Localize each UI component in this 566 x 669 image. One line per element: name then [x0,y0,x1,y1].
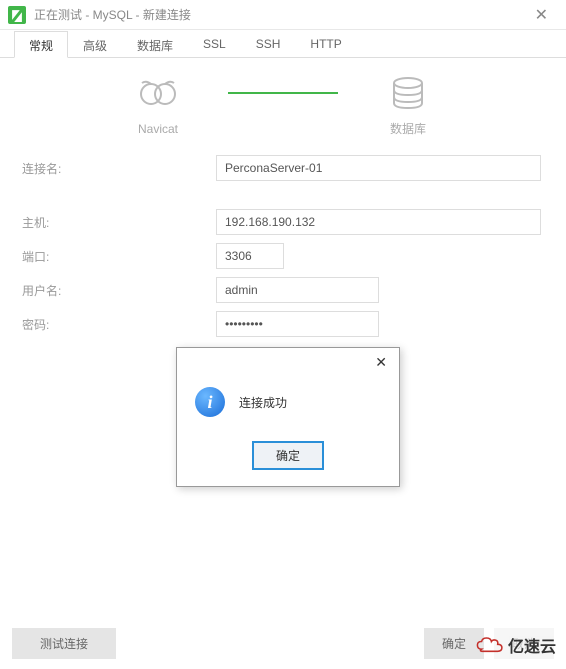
database-label: 数据库 [390,120,426,137]
port-label: 端口: [22,248,76,265]
tabs: 常规 高级 数据库 SSL SSH HTTP [0,30,566,58]
tab-advanced[interactable]: 高级 [68,31,122,58]
dialog-ok-button[interactable]: 确定 [252,441,324,470]
info-icon: i [195,387,225,417]
conn-name-input[interactable] [216,155,541,181]
conn-name-label: 连接名: [22,160,76,177]
pass-input[interactable] [216,311,379,337]
result-dialog: ✕ i 连接成功 确定 [176,347,400,487]
tab-http[interactable]: HTTP [295,31,356,58]
form: 连接名: 主机: 端口: 用户名: 密码: 保存密码 [0,141,566,368]
cloud-icon [476,636,504,654]
host-input[interactable] [216,209,541,235]
dialog-message: 连接成功 [239,394,287,411]
connection-line [228,92,338,94]
navicat-label: Navicat [138,122,178,136]
watermark-text: 亿速云 [508,633,556,657]
watermark: 亿速云 [476,633,556,657]
user-label: 用户名: [22,282,76,299]
tab-database[interactable]: 数据库 [122,31,188,58]
navicat-icon [138,78,178,112]
tab-ssl[interactable]: SSL [188,31,241,58]
host-label: 主机: [22,214,76,231]
port-input[interactable] [216,243,284,269]
titlebar: 正在测试 - MySQL - 新建连接 ✕ [0,0,566,30]
test-connection-button[interactable]: 测试连接 [12,628,116,659]
tab-ssh[interactable]: SSH [241,31,296,58]
user-input[interactable] [216,277,379,303]
dialog-close-icon[interactable]: ✕ [369,352,393,373]
window-title: 正在测试 - MySQL - 新建连接 [34,6,525,23]
ok-button[interactable]: 确定 [424,628,484,659]
database-icon [388,76,428,110]
close-icon[interactable]: ✕ [525,5,558,25]
connection-visual: Navicat 数据库 [0,58,566,141]
app-icon [8,6,26,24]
pass-label: 密码: [22,316,76,333]
tab-general[interactable]: 常规 [14,31,68,58]
